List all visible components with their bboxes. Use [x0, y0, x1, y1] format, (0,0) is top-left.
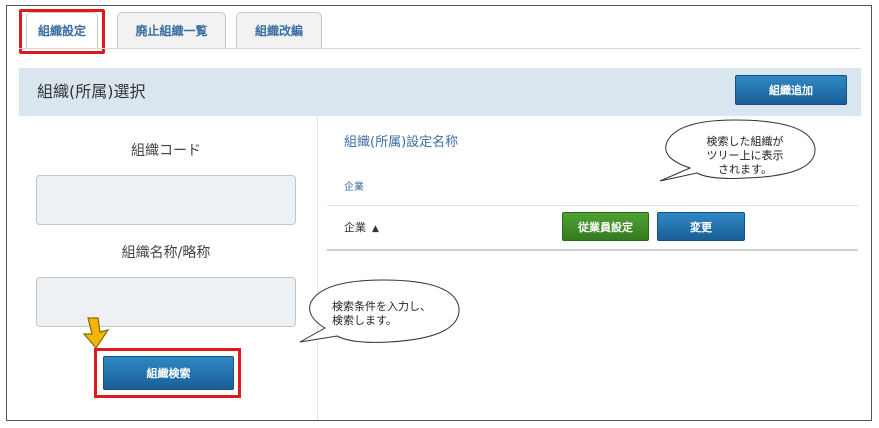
tree-header-divider	[327, 205, 858, 206]
employee-settings-button[interactable]: 従業員設定	[562, 212, 649, 241]
callout-tree-line: ツリー上に表示	[706, 149, 784, 162]
change-button[interactable]: 変更	[657, 212, 745, 241]
org-code-input[interactable]	[36, 175, 296, 225]
tree-breadcrumb-company[interactable]: 企業	[344, 178, 364, 193]
callout-tree-text: 検索した組織が ツリー上に表示 されます。	[690, 135, 800, 177]
add-org-button[interactable]: 組織追加	[735, 75, 847, 105]
tab-divider	[19, 48, 861, 49]
callout-tree-line: されます。	[718, 163, 772, 176]
tree-section-title: 組織(所属)設定名称	[344, 135, 459, 150]
tab-abolished-orgs[interactable]: 廃止組織一覧	[117, 12, 226, 48]
callout-search-text: 検索条件を入力し、 検索します。	[332, 300, 452, 328]
panel-divider	[317, 116, 318, 420]
callout-search-line: 検索条件を入力し、	[332, 300, 431, 313]
tree-row-company[interactable]: 企業 ▲	[344, 219, 379, 235]
expand-triangle-icon[interactable]: ▲	[372, 224, 379, 234]
tree-row-divider	[327, 249, 858, 251]
org-name-label: 組織名称/略称	[121, 245, 211, 261]
callout-search-line: 検索します。	[332, 314, 397, 327]
down-arrow-icon	[82, 317, 110, 349]
org-name-input[interactable]	[36, 277, 296, 327]
search-button-highlight	[94, 348, 241, 398]
page-title: 組織(所属)選択	[37, 82, 146, 101]
tree-row-label: 企業	[344, 221, 366, 234]
tab-org-restructure[interactable]: 組織改編	[236, 12, 322, 48]
org-code-label: 組織コード	[131, 143, 201, 159]
callout-tree-line: 検索した組織が	[706, 135, 784, 148]
